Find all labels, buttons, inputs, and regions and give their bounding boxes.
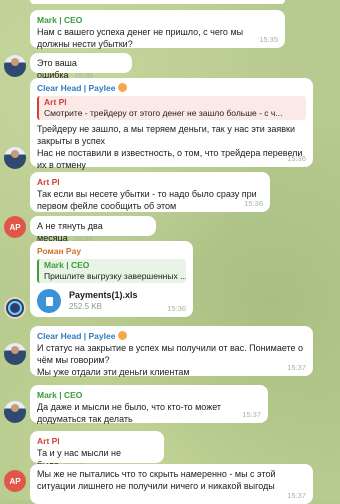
sender-name[interactable]: Art Pl bbox=[37, 435, 157, 447]
reply-quote[interactable]: Mark | CEO Пришлите выгрузку завершенных… bbox=[37, 259, 186, 283]
sender-name[interactable]: Clear Head | Paylee bbox=[37, 330, 306, 342]
message-bubble[interactable]: Art Pl Так если вы несете убытки - то на… bbox=[30, 172, 270, 212]
quote-sender: Mark | CEO bbox=[44, 260, 90, 270]
emoji-icon bbox=[118, 331, 128, 340]
message-text: Трейдеру не зашло, а мы теряем деньги, т… bbox=[37, 124, 303, 170]
sender-name[interactable]: Clear Head | Paylee bbox=[37, 82, 306, 94]
sender-name[interactable]: Роман Pay bbox=[37, 245, 186, 257]
file-icon[interactable] bbox=[37, 289, 61, 313]
message-bubble[interactable]: Art Pl Та и у нас мысли не было15:37 bbox=[30, 431, 164, 470]
message-bubble[interactable]: Это ваша ошибка 15:35 bbox=[30, 53, 132, 80]
file-name: Payments(1).xls bbox=[69, 290, 138, 300]
message-bubble[interactable]: Мы же не пытались что то скрыть намеренн… bbox=[30, 464, 313, 504]
message-bubble[interactable]: А не тянуть два месяца 15:36 bbox=[30, 216, 156, 243]
message-text: Так если вы несете убытки - то надо было… bbox=[37, 189, 257, 211]
message-bubble[interactable]: Clear Head | Paylee И статус на закрытие… bbox=[30, 326, 313, 377]
avatar[interactable] bbox=[4, 147, 26, 169]
message-time: 15:36 bbox=[167, 304, 186, 313]
message-time: 15:37 bbox=[287, 363, 306, 372]
message-time: 15:36 bbox=[287, 154, 306, 163]
sender-name[interactable]: Mark | CEO bbox=[37, 389, 261, 401]
message-time: 15:37 bbox=[287, 491, 306, 500]
emoji-icon bbox=[118, 83, 128, 92]
avatar[interactable]: AP bbox=[4, 470, 26, 492]
quote-text: Смотрите - трейдеру от этого денег не за… bbox=[44, 108, 283, 118]
message-text: И статус на закрытие в успех мы получили… bbox=[37, 343, 304, 377]
avatar[interactable] bbox=[4, 401, 26, 423]
message-time: 15:35 bbox=[259, 35, 278, 44]
message-text: Да даже и мысли не было, что кто-то може… bbox=[37, 402, 222, 424]
message-time: 15:37 bbox=[242, 410, 261, 419]
message-bubble[interactable]: Clear Head | Paylee Art Pl Смотрите - тр… bbox=[30, 78, 313, 170]
sender-name[interactable]: Mark | CEO bbox=[37, 14, 278, 26]
avatar[interactable]: AP bbox=[4, 216, 26, 238]
avatar[interactable] bbox=[4, 55, 26, 77]
message-text: Мы же не пытались что то скрыть намеренн… bbox=[37, 469, 276, 491]
quote-text: Пришлите выгрузку завершенных ... bbox=[44, 271, 186, 281]
message-bubble[interactable]: Роман Pay Mark | CEO Пришлите выгрузку з… bbox=[30, 241, 193, 317]
message-text: Нам с вашего успеха денег не пришло, с ч… bbox=[37, 27, 244, 49]
sender-name[interactable]: Art Pl bbox=[37, 176, 263, 188]
message-time: 15:36 bbox=[244, 199, 263, 208]
message-text: Это ваша ошибка bbox=[37, 58, 77, 80]
message-bubble[interactable]: Mark | CEO Да даже и мысли не было, что … bbox=[30, 385, 268, 424]
file-size: 252.5 KB bbox=[69, 302, 102, 311]
file-attachment[interactable]: Payments(1).xls 252.5 KB bbox=[37, 289, 186, 313]
reply-quote[interactable]: Art Pl Смотрите - трейдеру от этого дене… bbox=[37, 96, 306, 120]
avatar[interactable] bbox=[4, 297, 26, 319]
avatar[interactable] bbox=[4, 343, 26, 365]
message-bubble-partial bbox=[30, 0, 285, 4]
quote-sender: Art Pl bbox=[44, 97, 67, 107]
message-bubble[interactable]: Mark | CEO Нам с вашего успеха денег не … bbox=[30, 10, 285, 49]
